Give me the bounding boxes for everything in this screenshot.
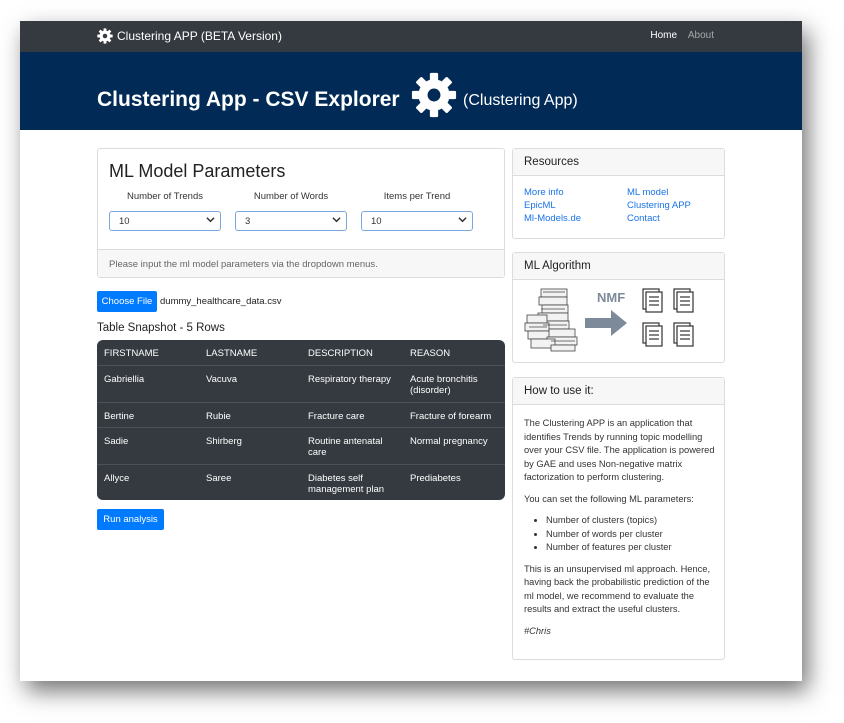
document-icon [642, 322, 663, 347]
table-cell: Sadie [104, 436, 129, 447]
column-header: FIRSTNAME [104, 348, 159, 359]
gear-icon [411, 72, 457, 118]
choose-file-button[interactable]: Choose File [97, 291, 157, 312]
chevron-down-icon [458, 217, 467, 223]
column-header: DESCRIPTION [308, 348, 373, 359]
table-cell: Prediabetes [410, 473, 461, 484]
items-value: 10 [371, 216, 382, 227]
column-header: REASON [410, 348, 451, 359]
table-cell: Normal pregnancy [410, 436, 488, 447]
params-card: ML Model Parameters Number of Trends Num… [97, 148, 505, 278]
resources-card: Resources More info EpicML Ml-Models.de … [512, 148, 725, 239]
nav-about-link[interactable]: About [688, 30, 714, 41]
howto-body: The Clustering APP is an application tha… [524, 417, 718, 646]
table-cell: Routine antenatal care [308, 436, 383, 458]
nav-home-link[interactable]: Home [650, 30, 677, 41]
ml-models-link[interactable]: Ml-Models.de [524, 213, 581, 224]
table-cell: Vacuva [206, 374, 237, 385]
document-icon [673, 288, 694, 313]
params-title: ML Model Parameters [109, 161, 286, 181]
howto-param-list: Number of clusters (topics) Number of wo… [524, 514, 718, 555]
table-cell: Shirberg [206, 436, 242, 447]
items-select[interactable]: 10 [361, 211, 473, 231]
list-item: Number of words per cluster [546, 528, 718, 542]
words-select[interactable]: 3 [235, 211, 347, 231]
trends-value: 10 [119, 216, 130, 227]
words-label: Number of Words [253, 191, 329, 202]
howto-signature: #Chris [524, 625, 551, 636]
selected-file-name: dummy_healthcare_data.csv [160, 296, 282, 307]
table-heading: Table Snapshot - 5 Rows [97, 322, 225, 334]
table-row: Bertine Rubie Fracture care Fracture of … [97, 402, 505, 428]
run-analysis-button[interactable]: Run analysis [97, 509, 164, 530]
nmf-label: NMF [597, 290, 625, 305]
page-title: Clustering App - CSV Explorer [97, 88, 400, 111]
table-cell: Acute bronchitis (disorder) [410, 374, 478, 396]
gear-icon [97, 28, 113, 44]
table-cell: Rubie [206, 411, 231, 422]
table-cell: Fracture care [308, 411, 365, 422]
table-cell: Respiratory therapy [308, 374, 391, 385]
table-cell: Gabriellia [104, 374, 145, 385]
table-cell: Diabetes self management plan [308, 473, 385, 495]
data-table: FIRSTNAME LASTNAME DESCRIPTION REASON Ga… [97, 340, 505, 500]
document-icon [673, 322, 694, 347]
table-row: Gabriellia Vacuva Respiratory therapy Ac… [97, 365, 505, 403]
resources-title: Resources [513, 149, 724, 176]
table-header-row: FIRSTNAME LASTNAME DESCRIPTION REASON [97, 340, 505, 365]
table-row: Sadie Shirberg Routine antenatal care No… [97, 427, 505, 465]
howto-title: How to use it: [513, 378, 724, 405]
params-help-text: Please input the ml model parameters via… [98, 249, 504, 277]
howto-params-intro: You can set the following ML parameters: [524, 493, 694, 504]
items-label: Items per Trend [383, 191, 451, 202]
howto-intro: The Clustering APP is an application tha… [524, 418, 715, 482]
app-window: Clustering APP (BETA Version) Home About… [20, 21, 802, 681]
table-cell: Allyce [104, 473, 130, 484]
howto-outro: This is an unsupervised ml approach. Hen… [524, 563, 711, 615]
chevron-down-icon [332, 217, 341, 223]
algorithm-card: ML Algorithm NMF [512, 252, 725, 363]
trends-select[interactable]: 10 [109, 211, 221, 231]
ml-model-link[interactable]: ML model [627, 187, 668, 198]
table-cell: Bertine [104, 411, 135, 422]
clustering-app-link[interactable]: Clustering APP [627, 200, 691, 211]
epicml-link[interactable]: EpicML [524, 200, 556, 211]
table-cell: Saree [206, 473, 232, 484]
arrow-right-icon [585, 310, 627, 336]
brand-label: Clustering APP (BETA Version) [117, 29, 282, 43]
document-icon [642, 288, 663, 313]
column-header: LASTNAME [206, 348, 258, 359]
nav-links: Home About [642, 30, 714, 41]
words-value: 3 [245, 216, 251, 227]
contact-link[interactable]: Contact [627, 213, 660, 224]
more-info-link[interactable]: More info [524, 187, 564, 198]
nmf-illustration: NMF [524, 288, 694, 352]
algorithm-title: ML Algorithm [513, 253, 724, 280]
page-subtitle: (Clustering App) [463, 92, 578, 109]
hero-banner: Clustering App - CSV Explorer (Clusterin… [20, 52, 802, 130]
list-item: Number of features per cluster [546, 541, 718, 555]
table-row: Allyce Saree Diabetes self management pl… [97, 464, 505, 500]
trends-label: Number of Trends [126, 191, 204, 202]
howto-card: How to use it: The Clustering APP is an … [512, 377, 725, 660]
table-cell: Fracture of forearm [410, 411, 492, 422]
list-item: Number of clusters (topics) [546, 514, 718, 528]
navbar-brand[interactable]: Clustering APP (BETA Version) [97, 28, 282, 44]
top-navbar: Clustering APP (BETA Version) Home About [20, 21, 802, 52]
document-stack-icon [524, 288, 578, 352]
chevron-down-icon [206, 217, 215, 223]
